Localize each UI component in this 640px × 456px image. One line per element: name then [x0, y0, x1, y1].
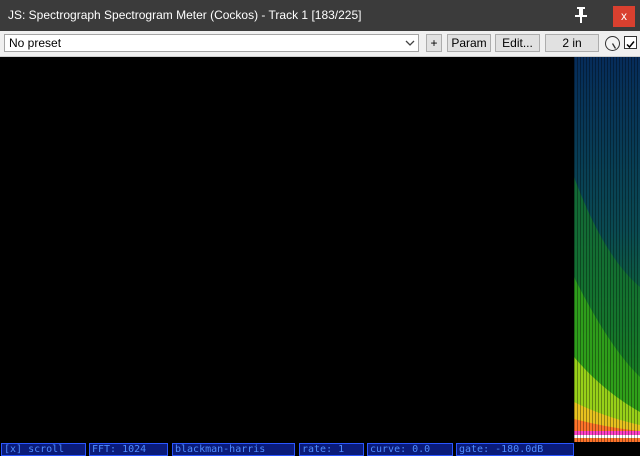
- title-bar[interactable]: JS: Spectrograph Spectrogram Meter (Cock…: [0, 0, 640, 31]
- window-function-setting[interactable]: blackman-harris: [172, 443, 295, 456]
- edit-button[interactable]: Edit...: [495, 34, 540, 52]
- preset-dropdown[interactable]: No preset: [4, 34, 419, 52]
- rate-setting[interactable]: rate: 1: [299, 443, 364, 456]
- scroll-toggle[interactable]: [x] scroll: [1, 443, 86, 456]
- pin-icon[interactable]: [574, 6, 588, 24]
- bypass-checkbox[interactable]: [624, 36, 637, 49]
- preset-value: No preset: [9, 36, 62, 50]
- chevron-down-icon: [404, 36, 416, 50]
- spectrogram-image: [574, 57, 640, 442]
- gate-setting[interactable]: gate: -180.0dB: [456, 443, 574, 456]
- curve-setting[interactable]: curve: 0.0: [367, 443, 453, 456]
- plugin-toolbar: No preset + Param Edit... 2 in: [0, 31, 640, 57]
- spectrogram-display[interactable]: [0, 57, 640, 442]
- io-routing-button[interactable]: 2 in: [545, 34, 599, 52]
- window-title: JS: Spectrograph Spectrogram Meter (Cock…: [8, 8, 362, 22]
- knob-icon[interactable]: [604, 35, 621, 52]
- status-bar: [x] scroll FFT: 1024 blackman-harris rat…: [0, 442, 640, 456]
- param-button[interactable]: Param: [447, 34, 491, 52]
- add-preset-button[interactable]: +: [426, 34, 442, 52]
- plugin-window: JS: Spectrograph Spectrogram Meter (Cock…: [0, 0, 640, 456]
- fft-size-setting[interactable]: FFT: 1024: [89, 443, 168, 456]
- close-button[interactable]: x: [613, 6, 635, 27]
